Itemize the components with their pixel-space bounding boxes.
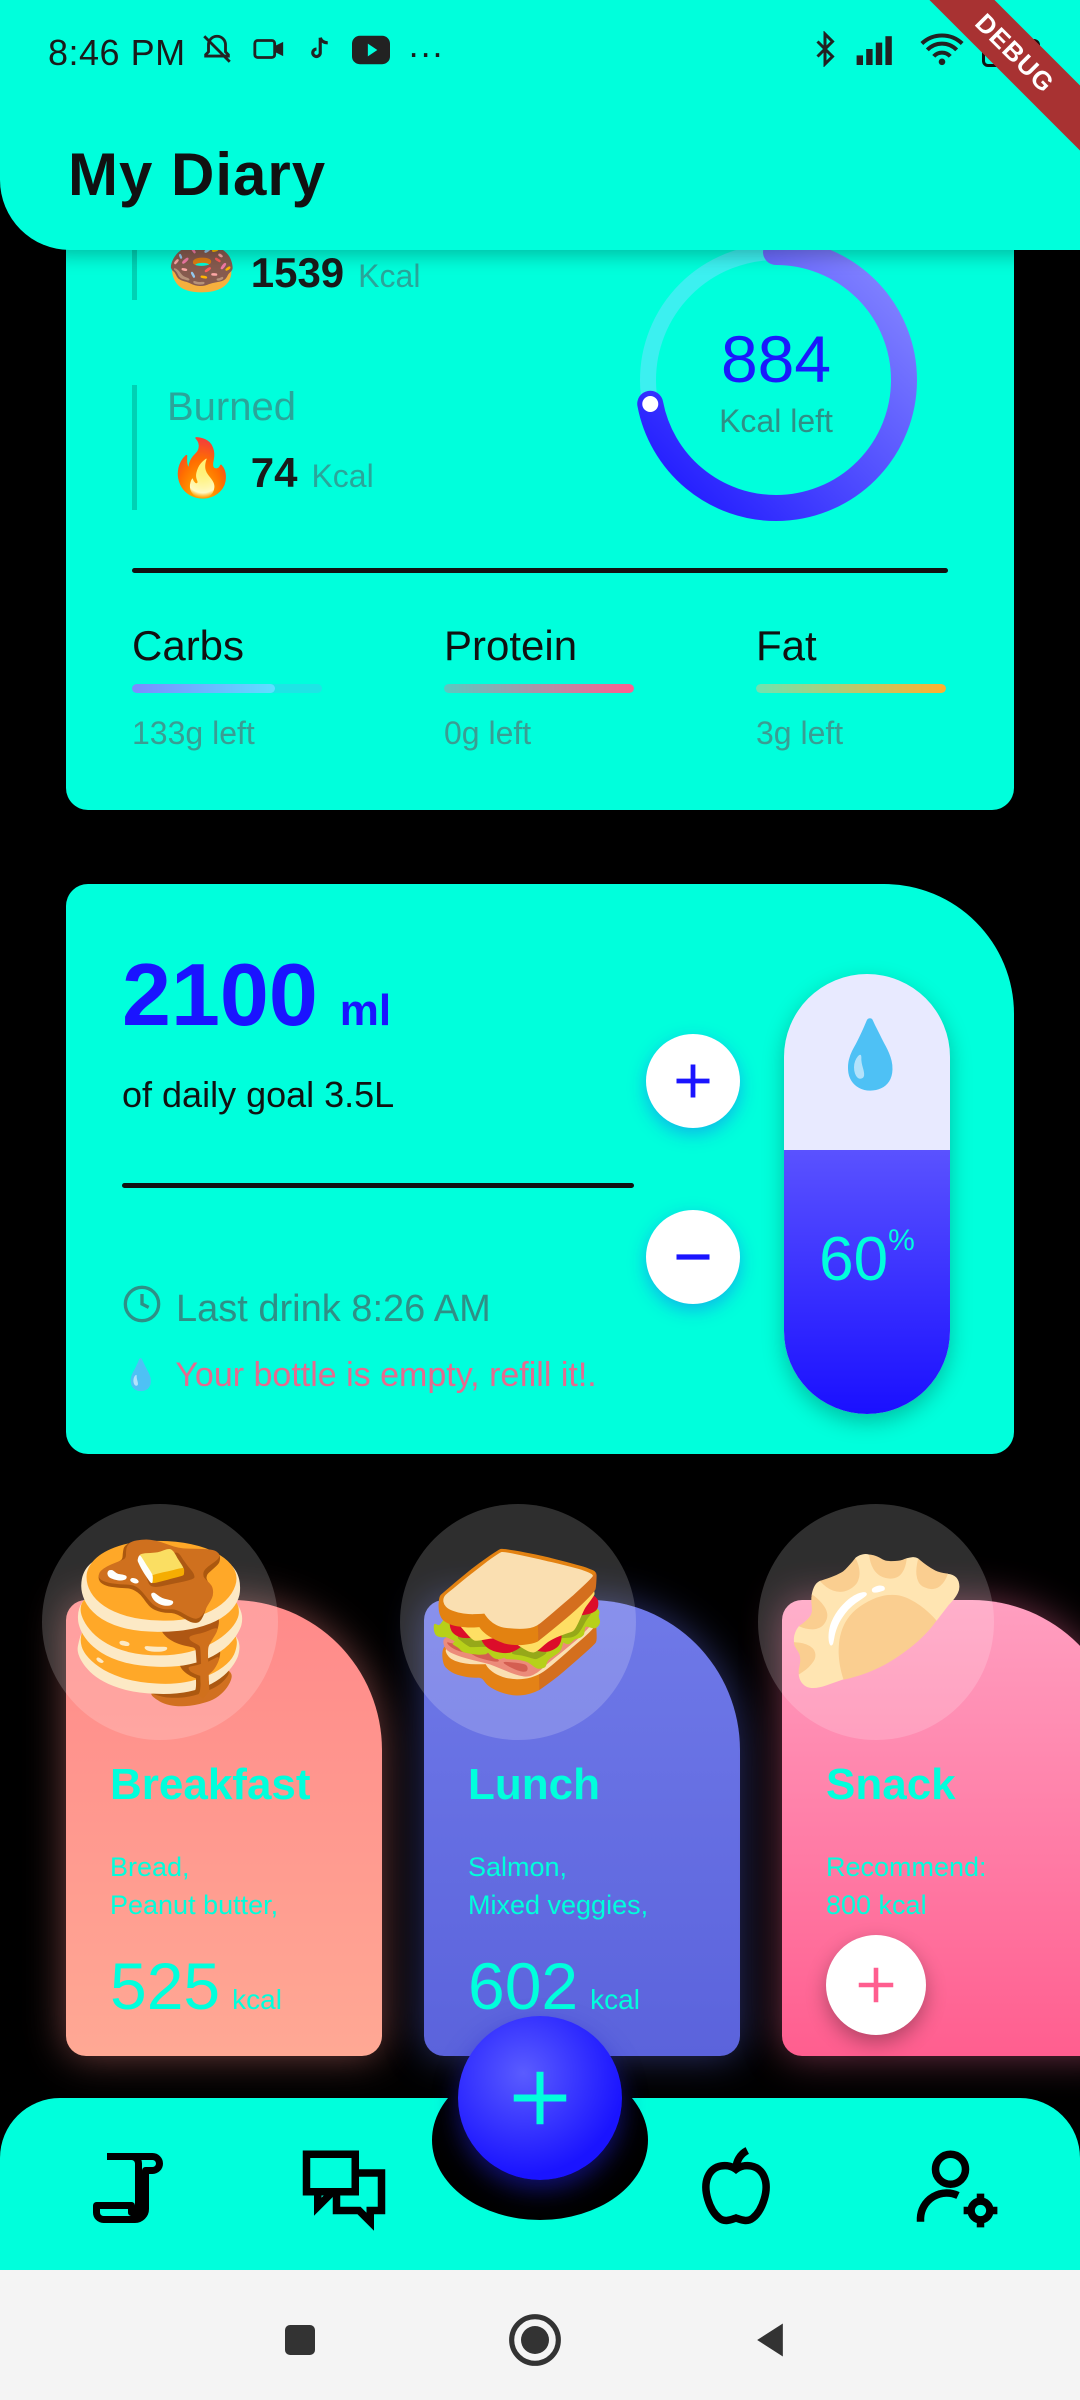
macro-name: Carbs <box>132 622 245 669</box>
plus-icon <box>858 1967 894 2003</box>
macro-protein: Protein 0g left <box>444 622 634 752</box>
meal-title: Snack <box>826 1760 956 1809</box>
eaten-unit: Kcal <box>358 258 421 294</box>
macro-remaining: 0g left <box>444 715 532 751</box>
pancake-icon: 🥞 <box>42 1504 278 1740</box>
meal-items: Salmon, Mixed veggies, Avocado <box>468 1852 649 1932</box>
last-drink: Last drink 8:26 AM <box>122 1284 491 1334</box>
tiktok-icon <box>304 32 334 75</box>
macro-remaining: 3g left <box>756 715 844 751</box>
macro-progress-bar <box>444 684 634 693</box>
refill-warning: 💧 Your bottle is empty, refill it!. <box>122 1356 597 1395</box>
water-percent: 60% <box>819 1224 915 1294</box>
macro-fat: Fat 3g left <box>756 622 946 752</box>
water-drop-icon: 💧 <box>829 1017 912 1091</box>
refill-text: Your bottle is empty, refill it!. <box>175 1356 597 1394</box>
minus-icon <box>676 1254 710 1260</box>
meal-items: Bread, Peanut butter, Apple <box>110 1852 279 1932</box>
meal-title: Lunch <box>468 1760 600 1809</box>
divider <box>132 568 948 573</box>
water-card: 2100 ml of daily goal 3.5L Last drink 8:… <box>66 884 1014 1454</box>
clock-icon <box>122 1284 162 1334</box>
macro-progress-bar <box>132 684 322 693</box>
chips-icon: 🥟 <box>758 1504 994 1740</box>
meal-items: Recommend: 800 kcal <box>826 1852 987 1920</box>
sandwich-icon: 🥪 <box>400 1504 636 1740</box>
youtube-icon <box>351 32 390 74</box>
nav-diary-icon[interactable] <box>80 2140 176 2236</box>
wifi-icon <box>920 32 964 75</box>
app-header: 8:46 PM ··· DEBUG My Diary <box>0 0 1080 250</box>
macro-remaining: 133g left <box>132 715 255 751</box>
water-goal: of daily goal 3.5L <box>122 1074 395 1115</box>
home-icon[interactable] <box>505 2310 565 2370</box>
macro-progress-bar <box>756 684 946 693</box>
add-fab-button[interactable] <box>458 2016 622 2180</box>
divider <box>122 1183 634 1188</box>
water-value: 2100 <box>122 945 318 1044</box>
calories-card: 🍩 1539 Kcal Burned 🔥 74 Kcal 884 Kcal le… <box>66 190 1014 810</box>
eaten-value: 1539 <box>250 249 345 296</box>
remove-water-button[interactable] <box>646 1210 740 1304</box>
last-drink-text: Last drink 8:26 AM <box>176 1287 491 1330</box>
system-navigation-bar <box>0 2270 1080 2400</box>
add-snack-button[interactable] <box>826 1935 926 2035</box>
plus-icon <box>676 1064 710 1098</box>
status-bar: 8:46 PM ··· <box>48 28 1040 78</box>
video-call-icon <box>252 32 286 75</box>
meal-kcal: 525 kcal <box>110 1949 282 2023</box>
burned-stat: Burned 🔥 74 Kcal <box>132 385 374 510</box>
more-notifications-icon: ··· <box>407 32 444 73</box>
page-title: My Diary <box>68 141 327 208</box>
nav-profile-settings-icon[interactable] <box>910 2140 1006 2236</box>
calories-ring: 884 Kcal left <box>626 230 926 530</box>
plus-icon <box>513 2071 567 2125</box>
water-bottle-gauge: 💧 60% <box>784 974 950 1414</box>
meal-title: Breakfast <box>110 1760 311 1809</box>
macro-name: Protein <box>444 622 578 669</box>
notification-icons: ··· <box>200 32 444 75</box>
burned-unit: Kcal <box>311 458 374 494</box>
macro-name: Fat <box>756 622 817 669</box>
macro-carbs: Carbs 133g left <box>132 622 322 752</box>
add-water-button[interactable] <box>646 1034 740 1128</box>
meal-kcal: 602 kcal <box>468 1949 640 2023</box>
ring-center: 884 Kcal left <box>626 230 926 530</box>
mute-icon <box>200 32 234 75</box>
water-unit: ml <box>339 986 392 1035</box>
bluetooth-icon <box>812 29 838 76</box>
kcal-left-value: 884 <box>720 321 832 396</box>
kcal-left-label: Kcal left <box>719 402 833 439</box>
recents-icon[interactable] <box>270 2310 330 2370</box>
nav-nutrition-icon[interactable] <box>688 2140 784 2236</box>
bottle-icon: 💧 <box>122 1359 160 1392</box>
fire-icon: 🔥 <box>167 436 237 499</box>
burned-value: 74 <box>250 449 298 496</box>
burned-label: Burned <box>167 385 296 429</box>
signal-icon <box>856 32 902 74</box>
nav-chat-icon[interactable] <box>296 2140 392 2236</box>
water-amount: 2100 ml <box>122 944 391 1046</box>
status-time: 8:46 PM <box>48 32 186 73</box>
debug-banner: DEBUG <box>910 0 1080 158</box>
back-icon[interactable] <box>740 2310 800 2370</box>
